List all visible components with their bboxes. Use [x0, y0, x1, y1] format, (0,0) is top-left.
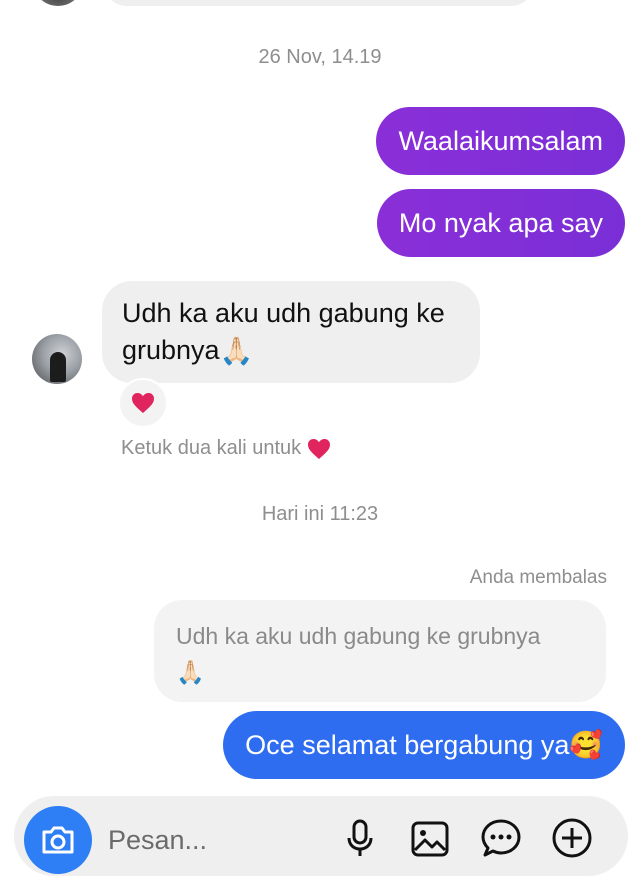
folded-hands-emoji: 🙏🏻 [176, 659, 205, 685]
sticker-icon [481, 819, 521, 857]
message-bubble-partial[interactable] [104, 0, 534, 6]
incoming-message[interactable]: Udh ka aku udh gabung ke grubnya🙏🏻 [102, 281, 480, 383]
message-text: Oce selamat bergabung ya [245, 729, 570, 760]
contact-avatar[interactable] [32, 334, 82, 384]
contact-avatar-partial[interactable] [36, 0, 80, 6]
camera-button[interactable] [24, 806, 92, 874]
quoted-message[interactable]: Udh ka aku udh gabung ke grubnya 🙏🏻 [154, 600, 606, 702]
outgoing-message[interactable]: Waalaikumsalam [376, 107, 625, 175]
heart-reaction[interactable] [118, 378, 168, 428]
microphone-icon [347, 819, 373, 856]
outgoing-message[interactable]: Oce selamat bergabung ya 🥰 [223, 711, 625, 779]
gallery-icon [411, 821, 449, 857]
microphone-button[interactable] [338, 816, 382, 860]
heart-icon [132, 393, 154, 413]
gallery-button[interactable] [408, 816, 452, 860]
message-text: Mo nyak apa say [398, 207, 603, 238]
folded-hands-emoji: 🙏🏻 [219, 336, 254, 367]
heart-icon [308, 438, 331, 459]
sticker-button[interactable] [479, 816, 523, 860]
reply-label: Anda membalas [469, 567, 607, 588]
message-input[interactable] [108, 820, 328, 860]
outgoing-message[interactable]: Mo nyak apa say [376, 189, 625, 257]
message-text: Waalaikumsalam [398, 125, 603, 156]
quoted-text: Udh ka aku udh gabung ke grubnya [176, 623, 541, 649]
add-button[interactable] [550, 816, 594, 860]
double-tap-hint: Ketuk dua kali untuk [121, 437, 331, 460]
message-text: Udh ka aku udh gabung ke grubnya [122, 298, 445, 365]
smiling-hearts-emoji: 🥰 [569, 730, 603, 760]
hint-text: Ketuk dua kali untuk [121, 437, 302, 459]
timestamp: Hari ini 11:23 [261, 503, 379, 525]
camera-icon [42, 826, 74, 854]
timestamp: 26 Nov, 14.19 [258, 46, 382, 68]
